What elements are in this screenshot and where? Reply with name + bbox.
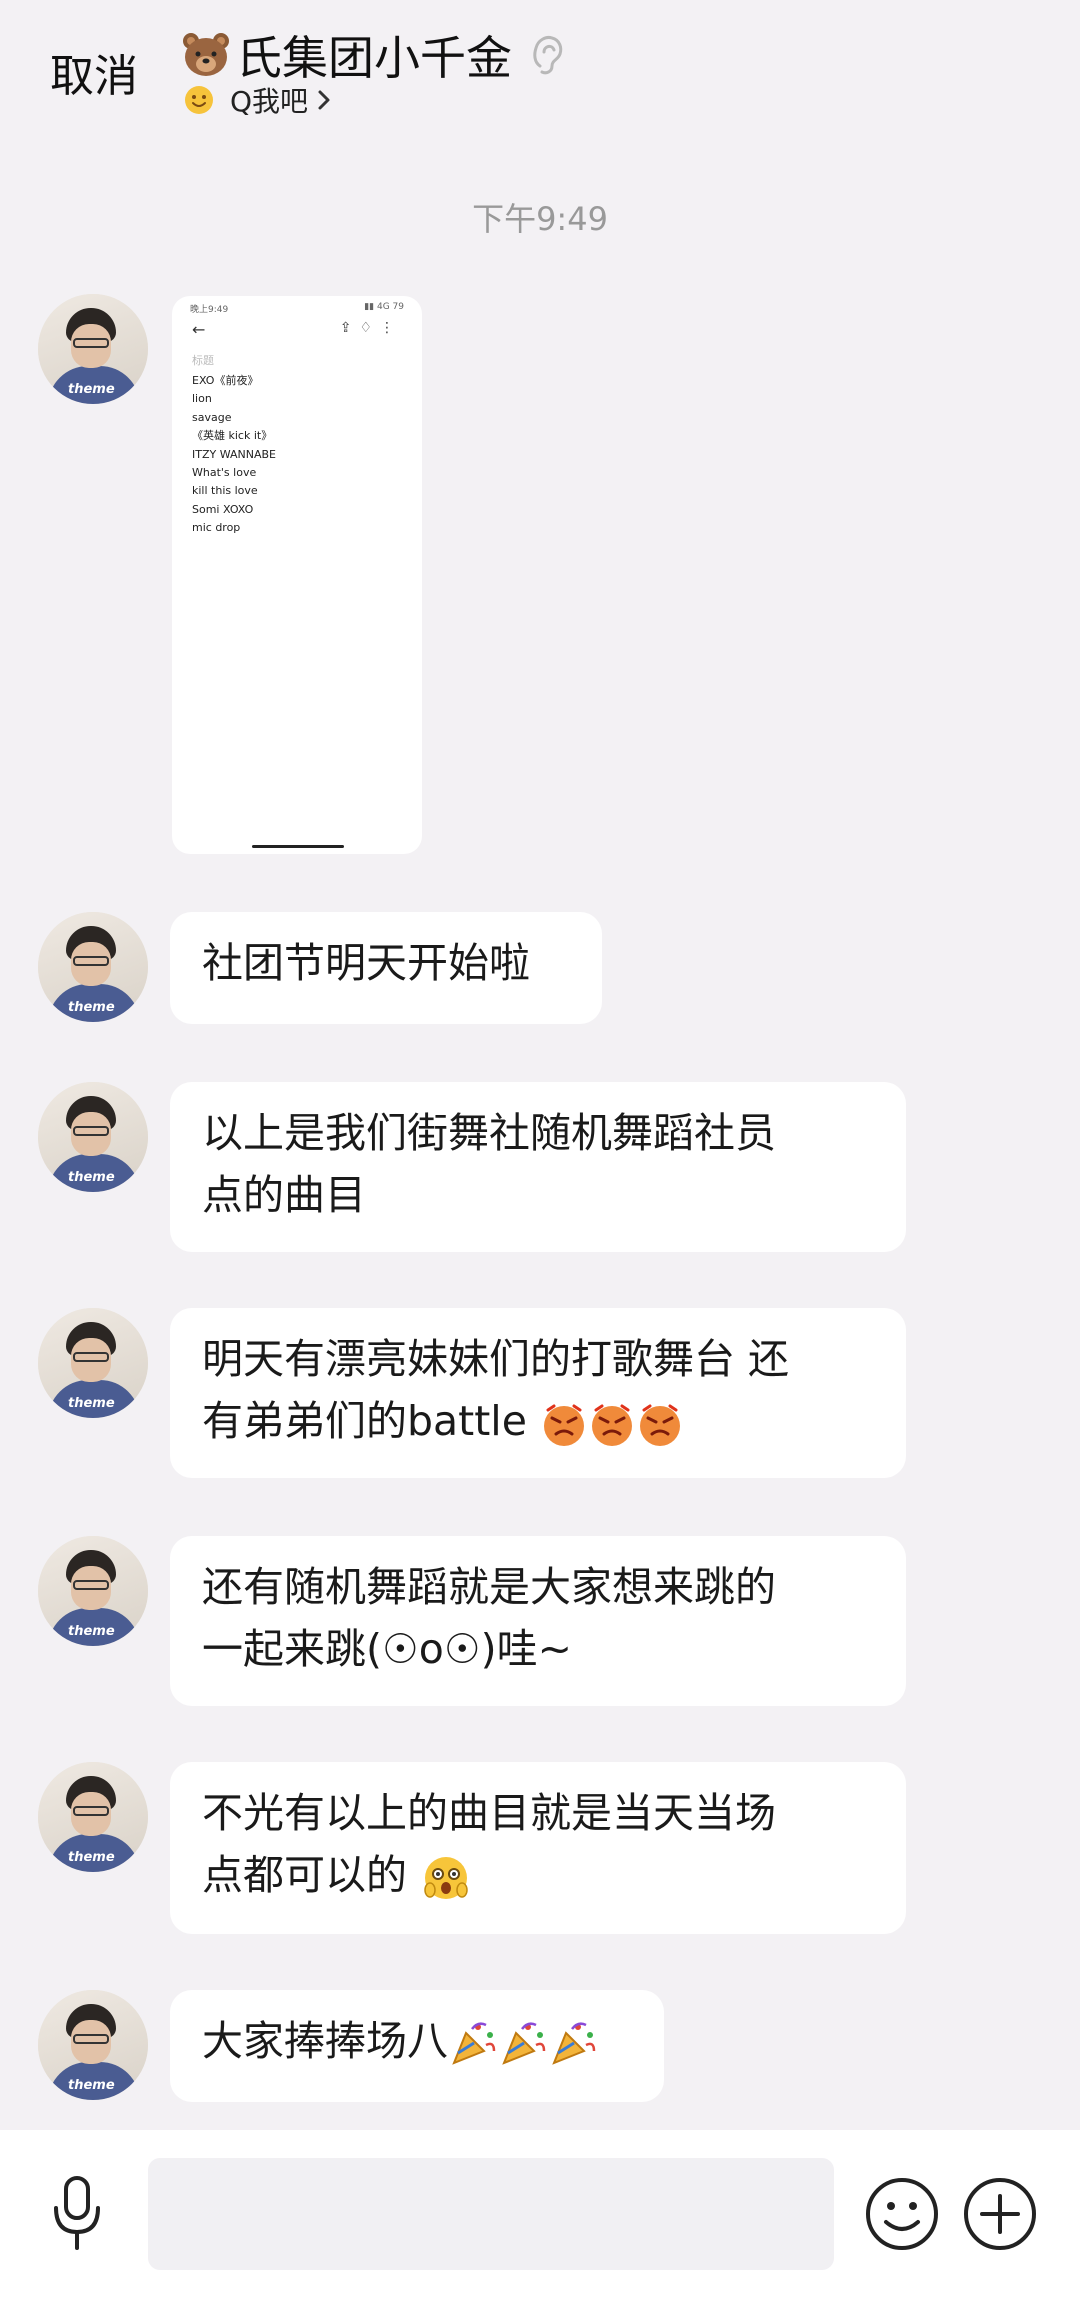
message-text: 大家捧捧场八	[202, 2017, 448, 2065]
avatar-tag: theme	[68, 1850, 115, 1865]
message-bubble[interactable]: 大家捧捧场八	[170, 1990, 664, 2102]
sender-avatar[interactable]: theme	[38, 1536, 148, 1646]
chat-title-row[interactable]: 氏集团小千金	[180, 22, 568, 88]
song-item: lion	[192, 392, 212, 406]
bear-icon	[183, 33, 229, 76]
chevron-right-icon	[318, 90, 330, 110]
song-item: Somi XOXO	[192, 502, 254, 516]
screenshot-status-left: 晚上9:49	[190, 305, 229, 315]
input-bar	[0, 2130, 1080, 2297]
message-text: 明天有漂亮妹妹们的打歌舞台 还	[202, 1335, 790, 1383]
note-title: 标题	[192, 354, 214, 367]
message-bubble[interactable]: 明天有漂亮妹妹们的打歌舞台 还 有弟弟们的battle	[170, 1308, 906, 1478]
message-timestamp: 下午9:49	[472, 200, 608, 238]
home-indicator	[252, 845, 344, 848]
message-bubble[interactable]: 以上是我们街舞社随机舞蹈社员 点的曲目	[170, 1082, 906, 1252]
ear-icon[interactable]	[528, 32, 568, 78]
message-text: 还有随机舞蹈就是大家想来跳的	[202, 1563, 776, 1611]
chat-subtitle-row[interactable]: Q我吧	[184, 80, 332, 120]
sender-avatar[interactable]: theme	[38, 912, 148, 1022]
plus-icon[interactable]	[962, 2176, 1038, 2252]
message-text: 点的曲目	[202, 1171, 366, 1219]
message-bubble[interactable]: 社团节明天开始啦	[170, 912, 602, 1024]
sender-avatar[interactable]: theme	[38, 1990, 148, 2100]
angry-face-icon	[591, 1404, 632, 1446]
song-list: EXO《前夜》 lion savage 《英雄 kick it》 ITZY WA…	[192, 372, 276, 538]
avatar-tag: theme	[68, 382, 115, 397]
avatar-tag: theme	[68, 2078, 115, 2093]
sender-avatar[interactable]: theme	[38, 1082, 148, 1192]
message-text: 有弟弟们的battle	[202, 1397, 527, 1445]
avatar-tag: theme	[68, 1170, 115, 1185]
song-item: What's love	[192, 466, 257, 480]
party-popper-icon	[452, 2022, 496, 2065]
message-text: 以上是我们街舞社随机舞蹈社员	[202, 1109, 776, 1157]
chat-subtitle: Q我吧	[230, 85, 309, 118]
song-item: mic drop	[192, 521, 241, 535]
chat-title: 氏集团小千金	[236, 31, 512, 85]
emoji-icon[interactable]	[864, 2176, 940, 2252]
message-text: 不光有以上的曲目就是当天当场	[202, 1789, 776, 1837]
party-popper-icon	[552, 2022, 596, 2065]
song-item: EXO《前夜》	[192, 374, 259, 387]
message-input[interactable]	[148, 2158, 834, 2270]
sender-avatar[interactable]: theme	[38, 1308, 148, 1418]
avatar-tag: theme	[68, 1396, 115, 1411]
message-text: 一起来跳(☉o☉)哇~	[202, 1625, 572, 1673]
screenshot-status-right: ▮▮ 4G 79	[364, 302, 404, 312]
chat-header: 取消 氏集团小千金 Q我吧	[0, 0, 1080, 150]
party-popper-icon	[502, 2022, 546, 2065]
message-bubble[interactable]: 不光有以上的曲目就是当天当场 点都可以的	[170, 1762, 906, 1934]
song-item: savage	[192, 410, 232, 424]
angry-face-icon	[639, 1404, 680, 1446]
image-message[interactable]: 晚上9:49 ▮▮ 4G 79 ← ⇪♢⋮ 标题 EXO《前夜》 lion sa…	[172, 296, 422, 854]
note-toolbar-icons: ⇪♢⋮	[339, 320, 402, 336]
cancel-button[interactable]: 取消	[50, 40, 138, 104]
message-bubble[interactable]: 还有随机舞蹈就是大家想来跳的 一起来跳(☉o☉)哇~	[170, 1536, 906, 1706]
smile-icon	[185, 86, 213, 114]
song-item: kill this love	[192, 484, 258, 498]
avatar-tag: theme	[68, 1000, 115, 1015]
song-item: 《英雄 kick it》	[192, 429, 273, 443]
angry-face-icon	[543, 1404, 584, 1446]
back-arrow-icon: ←	[192, 320, 206, 339]
avatar-tag: theme	[68, 1624, 115, 1639]
sender-avatar[interactable]: theme	[38, 1762, 148, 1872]
song-item: ITZY WANNABE	[192, 447, 276, 461]
message-text: 社团节明天开始啦	[202, 939, 530, 987]
message-text: 点都可以的	[202, 1851, 407, 1899]
fearful-face-icon	[424, 1857, 468, 1899]
sender-avatar[interactable]: theme	[38, 294, 148, 404]
microphone-icon[interactable]	[46, 2174, 108, 2254]
